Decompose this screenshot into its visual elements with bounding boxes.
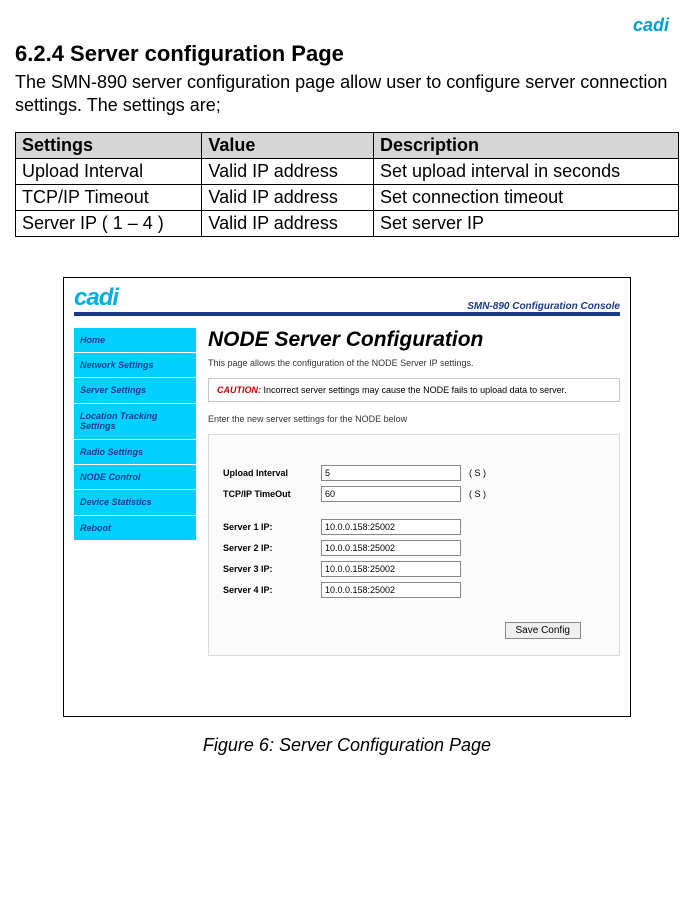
settings-header: Settings [16, 132, 202, 158]
sidebar: Home Network Settings Server Settings Lo… [74, 328, 196, 696]
table-cell: Set server IP [373, 210, 678, 236]
table-row: Server IP ( 1 – 4 ) Valid IP address Set… [16, 210, 679, 236]
form-region: Upload Interval ( S ) TCP/IP TimeOut ( S… [208, 434, 620, 656]
settings-table: Settings Value Description Upload Interv… [15, 132, 679, 237]
table-cell: TCP/IP Timeout [16, 184, 202, 210]
settings-table-header-row: Settings Value Description [16, 132, 679, 158]
server3-input[interactable] [321, 561, 461, 577]
caution-text: Incorrect server settings may cause the … [261, 385, 567, 395]
server1-label: Server 1 IP: [223, 522, 315, 532]
page-logo-area: cadi [15, 15, 679, 36]
server4-input[interactable] [321, 582, 461, 598]
server2-label: Server 2 IP: [223, 543, 315, 553]
sidebar-item-node-control[interactable]: NODE Control [74, 465, 196, 490]
form-row-server3: Server 3 IP: [223, 561, 605, 577]
server3-label: Server 3 IP: [223, 564, 315, 574]
form-row-server4: Server 4 IP: [223, 582, 605, 598]
table-cell: Valid IP address [202, 184, 374, 210]
sidebar-item-location[interactable]: Location Tracking Settings [74, 404, 196, 440]
sidebar-item-server[interactable]: Server Settings [74, 378, 196, 403]
table-cell: Upload Interval [16, 158, 202, 184]
sidebar-item-device-stats[interactable]: Device Statistics [74, 490, 196, 515]
form-row-upload-interval: Upload Interval ( S ) [223, 465, 605, 481]
upload-interval-label: Upload Interval [223, 468, 315, 478]
tcpip-timeout-input[interactable] [321, 486, 461, 502]
server4-label: Server 4 IP: [223, 585, 315, 595]
save-config-button[interactable]: Save Config [505, 622, 581, 639]
page-logo: cadi [633, 15, 669, 36]
main-content: NODE Server Configuration This page allo… [208, 328, 620, 696]
sidebar-item-network[interactable]: Network Settings [74, 353, 196, 378]
table-cell: Valid IP address [202, 210, 374, 236]
tcpip-timeout-label: TCP/IP TimeOut [223, 489, 315, 499]
caution-box: CAUTION: Incorrect server settings may c… [208, 378, 620, 402]
table-cell: Set upload interval in seconds [373, 158, 678, 184]
intro-paragraph: The SMN-890 server configuration page al… [15, 71, 679, 118]
figure-caption: Figure 6: Server Configuration Page [15, 735, 679, 756]
cadi-logo: cadi [74, 284, 118, 312]
settings-header: Value [202, 132, 374, 158]
tcpip-timeout-unit: ( S ) [469, 489, 486, 499]
sidebar-item-reboot[interactable]: Reboot [74, 516, 196, 540]
table-cell: Valid IP address [202, 158, 374, 184]
upload-interval-unit: ( S ) [469, 468, 486, 478]
table-row: Upload Interval Valid IP address Set upl… [16, 158, 679, 184]
page-subtitle: This page allows the configuration of th… [208, 358, 620, 368]
form-row-tcpip-timeout: TCP/IP TimeOut ( S ) [223, 486, 605, 502]
embedded-screenshot: cadi SMN-890 Configuration Console Home … [63, 277, 631, 717]
server1-input[interactable] [321, 519, 461, 535]
screenshot-body: Home Network Settings Server Settings Lo… [64, 316, 630, 716]
screenshot-header: cadi SMN-890 Configuration Console [64, 278, 630, 312]
save-row: Save Config [223, 622, 605, 639]
upload-interval-input[interactable] [321, 465, 461, 481]
section-heading: 6.2.4 Server configuration Page [15, 41, 679, 67]
form-gap [223, 507, 605, 519]
table-cell: Set connection timeout [373, 184, 678, 210]
sidebar-item-home[interactable]: Home [74, 328, 196, 353]
console-label: SMN-890 Configuration Console [467, 301, 620, 312]
caution-label: CAUTION: [217, 385, 261, 395]
form-row-server1: Server 1 IP: [223, 519, 605, 535]
server2-input[interactable] [321, 540, 461, 556]
form-row-server2: Server 2 IP: [223, 540, 605, 556]
enter-text: Enter the new server settings for the NO… [208, 414, 620, 424]
page-title: NODE Server Configuration [208, 328, 620, 352]
settings-header: Description [373, 132, 678, 158]
table-cell: Server IP ( 1 – 4 ) [16, 210, 202, 236]
table-row: TCP/IP Timeout Valid IP address Set conn… [16, 184, 679, 210]
sidebar-item-radio[interactable]: Radio Settings [74, 440, 196, 465]
